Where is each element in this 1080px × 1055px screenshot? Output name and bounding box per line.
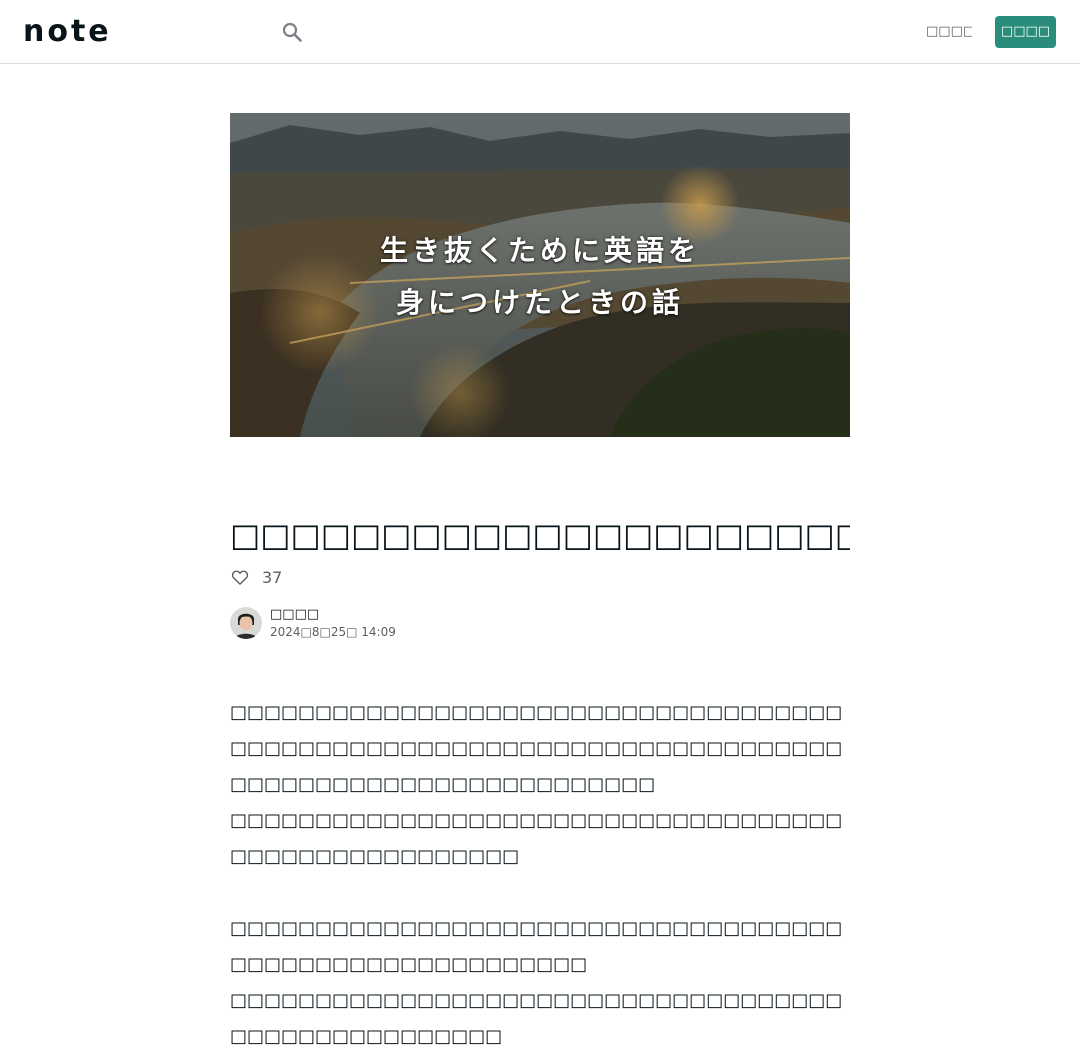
body-paragraph-2: □□□□□□□□□□□□□□□□□□□□□□□□□□□□□□□□□□□□□□□□… (230, 810, 843, 867)
heart-icon[interactable] (230, 567, 250, 587)
author-name[interactable]: □□□□ (270, 606, 396, 624)
body-paragraph-3: □□□□□□□□□□□□□□□□□□□□□□□□□□□□□□□□□□□□□□□□… (230, 918, 843, 975)
hero-caption-line2: 身につけたときの話 (395, 286, 684, 319)
like-row: 37 (230, 565, 282, 589)
body-paragraph-4: □□□□□□□□□□□□□□□□□□□□□□□□□□□□□□□□□□□□□□□□… (230, 990, 843, 1047)
note-logo[interactable]: note (23, 17, 123, 47)
like-count: 37 (262, 567, 283, 587)
signup-button[interactable]: □□□□ (995, 16, 1056, 48)
article-title: □□□□□□□□□□□□□□□□□□□□□□□□□□ (230, 516, 850, 554)
body-paragraph-1: □□□□□□□□□□□□□□□□□□□□□□□□□□□□□□□□□□□□□□□□… (230, 702, 843, 795)
login-link[interactable]: □□□□ (926, 22, 972, 42)
author-row: □□□□ 2024□8□25□ 14:09 (230, 606, 396, 640)
hero-caption-line1: 生き抜くために英語を (379, 234, 700, 267)
post-date: 2024□8□25□ 14:09 (270, 625, 396, 639)
search-icon[interactable] (280, 20, 304, 44)
author-meta: □□□□ 2024□8□25□ 14:09 (270, 606, 396, 640)
site-header: note □□□□ □□□□ (0, 0, 1080, 64)
author-avatar[interactable] (230, 607, 262, 639)
article-body: □□□□□□□□□□□□□□□□□□□□□□□□□□□□□□□□□□□□□□□□… (230, 695, 850, 1055)
hero-caption: 生き抜くために英語を 身につけたときの話 (230, 225, 850, 329)
hero-image: 生き抜くために英語を 身につけたときの話 (230, 113, 850, 437)
